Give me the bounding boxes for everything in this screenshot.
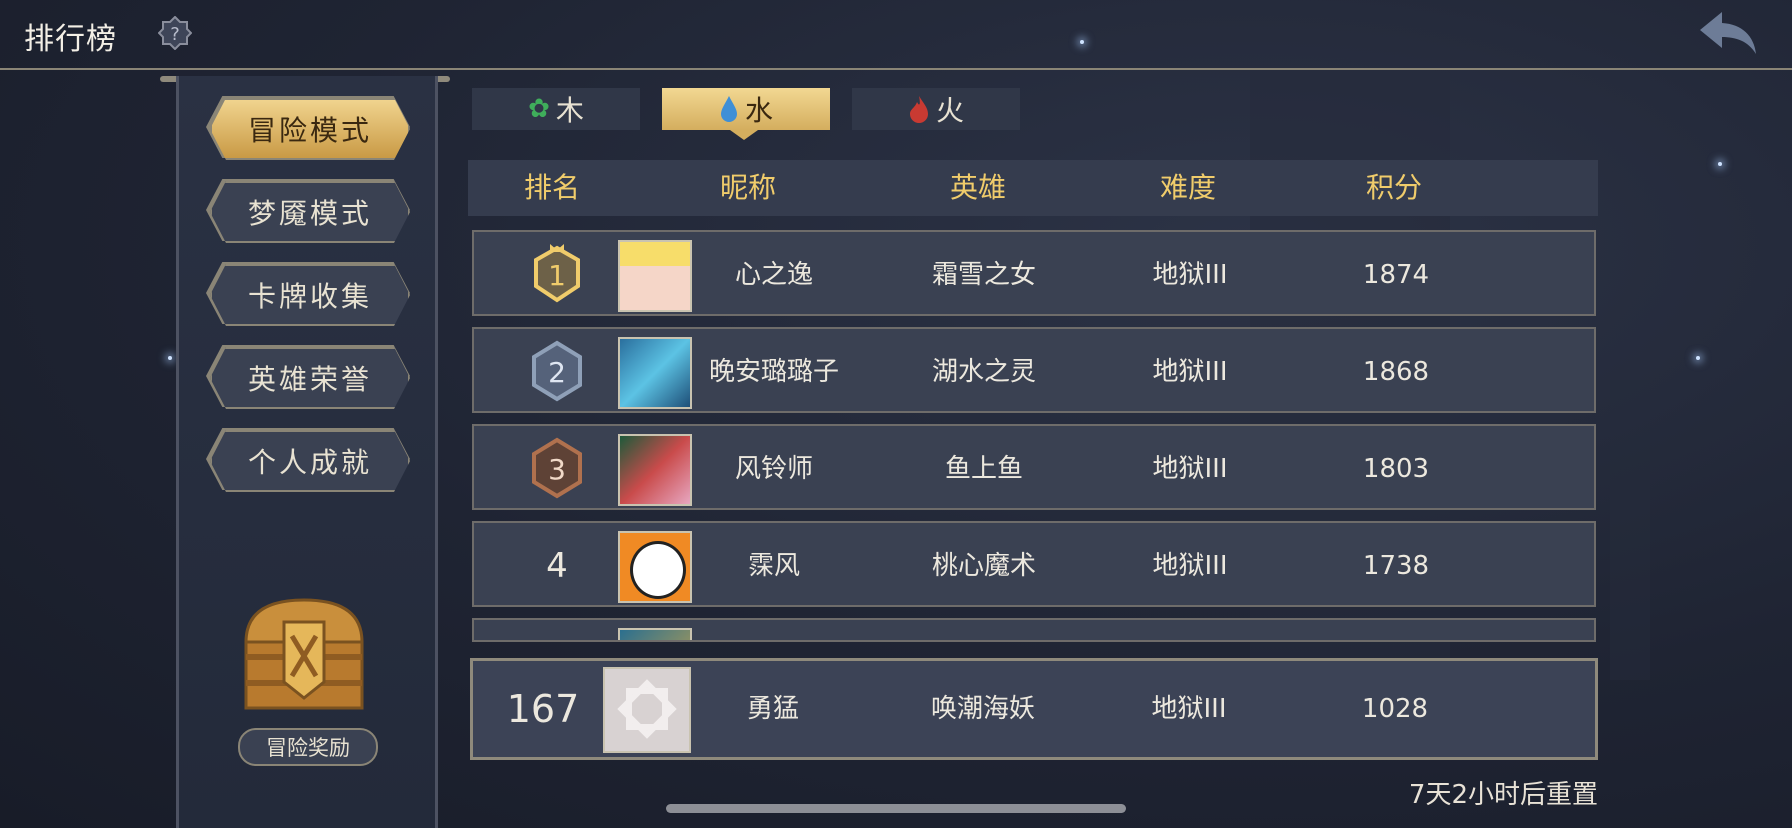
column-header-rank: 排名 xyxy=(523,171,580,204)
adventure-reward-button[interactable]: 冒险奖励 xyxy=(238,728,378,766)
reset-countdown: 7天2小时后重置 xyxy=(1408,780,1598,810)
hero-cell: 湖水之灵 xyxy=(931,357,1036,387)
column-header-score: 积分 xyxy=(1365,171,1422,204)
back-arrow-icon[interactable] xyxy=(1696,8,1760,58)
table-header: 排名 昵称 英雄 难度 积分 xyxy=(468,160,1598,216)
table-row[interactable]: 2 晚安璐璐子 湖水之灵 地狱III 1868 xyxy=(472,327,1596,413)
sidebar-item-adventure-mode[interactable]: 冒险模式 xyxy=(210,98,410,160)
nickname-cell: 心之逸 xyxy=(734,260,813,290)
tab-label: 火 xyxy=(935,94,964,127)
page-title: 排行榜 xyxy=(24,22,117,57)
score-cell: 1874 xyxy=(1362,260,1430,290)
background-star xyxy=(1718,162,1722,166)
nickname-cell: 晚安璐璐子 xyxy=(708,357,839,387)
question-icon[interactable]: ? xyxy=(158,16,192,50)
difficulty-cell: 地狱III xyxy=(1152,551,1228,581)
column-header-difficulty: 难度 xyxy=(1159,171,1216,204)
sidebar-item-nightmare-mode[interactable]: 梦魇模式 xyxy=(210,181,410,243)
hero-cell: 桃心魔术 xyxy=(931,551,1036,581)
flame-icon xyxy=(909,96,928,123)
nickname-cell: 勇猛 xyxy=(746,694,799,724)
score-cell: 1028 xyxy=(1361,694,1429,724)
column-header-nickname: 昵称 xyxy=(719,171,776,204)
table-row[interactable]: 1 心之逸 霜雪之女 地狱III 1874 xyxy=(472,230,1596,316)
water-drop-icon xyxy=(720,96,737,122)
svg-text:3: 3 xyxy=(548,453,566,486)
leaf-icon: ✿ xyxy=(528,94,550,124)
active-tab-pointer xyxy=(730,130,758,140)
rank-gold-badge-icon: 1 xyxy=(534,244,580,303)
svg-text:1: 1 xyxy=(548,259,566,292)
table-row[interactable]: 3 风铃师 鱼上鱼 地狱III 1803 xyxy=(472,424,1596,510)
score-cell: 1868 xyxy=(1362,357,1430,387)
score-cell: 1738 xyxy=(1362,551,1430,581)
background-star xyxy=(168,356,172,360)
my-rank-cell: 167 xyxy=(506,687,580,731)
avatar xyxy=(618,628,692,640)
sidebar-item-label: 梦魇模式 xyxy=(247,197,372,230)
tab-label: 水 xyxy=(744,94,773,127)
tab-fire[interactable]: 火 xyxy=(852,88,1020,130)
hero-cell: 霜雪之女 xyxy=(931,260,1036,290)
hero-cell: 鱼上鱼 xyxy=(944,454,1023,484)
difficulty-cell: 地狱III xyxy=(1151,694,1227,724)
sidebar-item-label: 冒险模式 xyxy=(247,114,372,147)
difficulty-cell: 地狱III xyxy=(1152,454,1228,484)
top-bar: 排行榜 ? xyxy=(0,0,1792,70)
table-row-partial[interactable] xyxy=(472,618,1596,642)
nickname-cell: 霂风 xyxy=(747,551,800,581)
rank-silver-badge-icon: 2 xyxy=(532,340,582,402)
hero-cell: 唤潮海妖 xyxy=(930,694,1035,724)
sidebar-item-card-collection[interactable]: 卡牌收集 xyxy=(210,264,410,326)
rank-cell: 4 xyxy=(546,546,568,586)
sidebar-item-hero-honor[interactable]: 英雄荣誉 xyxy=(210,347,410,409)
table-row[interactable]: 4 霂风 桃心魔术 地狱III 1738 xyxy=(472,521,1596,607)
svg-text:2: 2 xyxy=(548,356,566,389)
my-rank-row[interactable]: 167 勇猛 唤潮海妖 地狱III 1028 xyxy=(470,658,1598,760)
home-indicator[interactable] xyxy=(666,804,1126,813)
sidebar-item-label: 英雄荣誉 xyxy=(247,363,372,396)
treasure-chest-icon[interactable] xyxy=(236,592,372,716)
castle-tower xyxy=(1610,380,1650,680)
tab-label: 木 xyxy=(555,94,584,127)
tab-wood[interactable]: ✿ 木 xyxy=(472,88,640,130)
tab-water[interactable]: 水 xyxy=(662,88,830,130)
svg-text:?: ? xyxy=(170,24,180,45)
sidebar-item-label: 卡牌收集 xyxy=(247,280,372,313)
background-star xyxy=(1696,356,1700,360)
difficulty-cell: 地狱III xyxy=(1152,260,1228,290)
nickname-cell: 风铃师 xyxy=(734,454,813,484)
sidebar-item-label: 个人成就 xyxy=(247,446,372,479)
score-cell: 1803 xyxy=(1362,454,1430,484)
difficulty-cell: 地狱III xyxy=(1152,357,1228,387)
column-header-hero: 英雄 xyxy=(949,171,1006,204)
rank-bronze-badge-icon: 3 xyxy=(532,437,582,499)
sidebar-item-achievements[interactable]: 个人成就 xyxy=(210,430,410,492)
